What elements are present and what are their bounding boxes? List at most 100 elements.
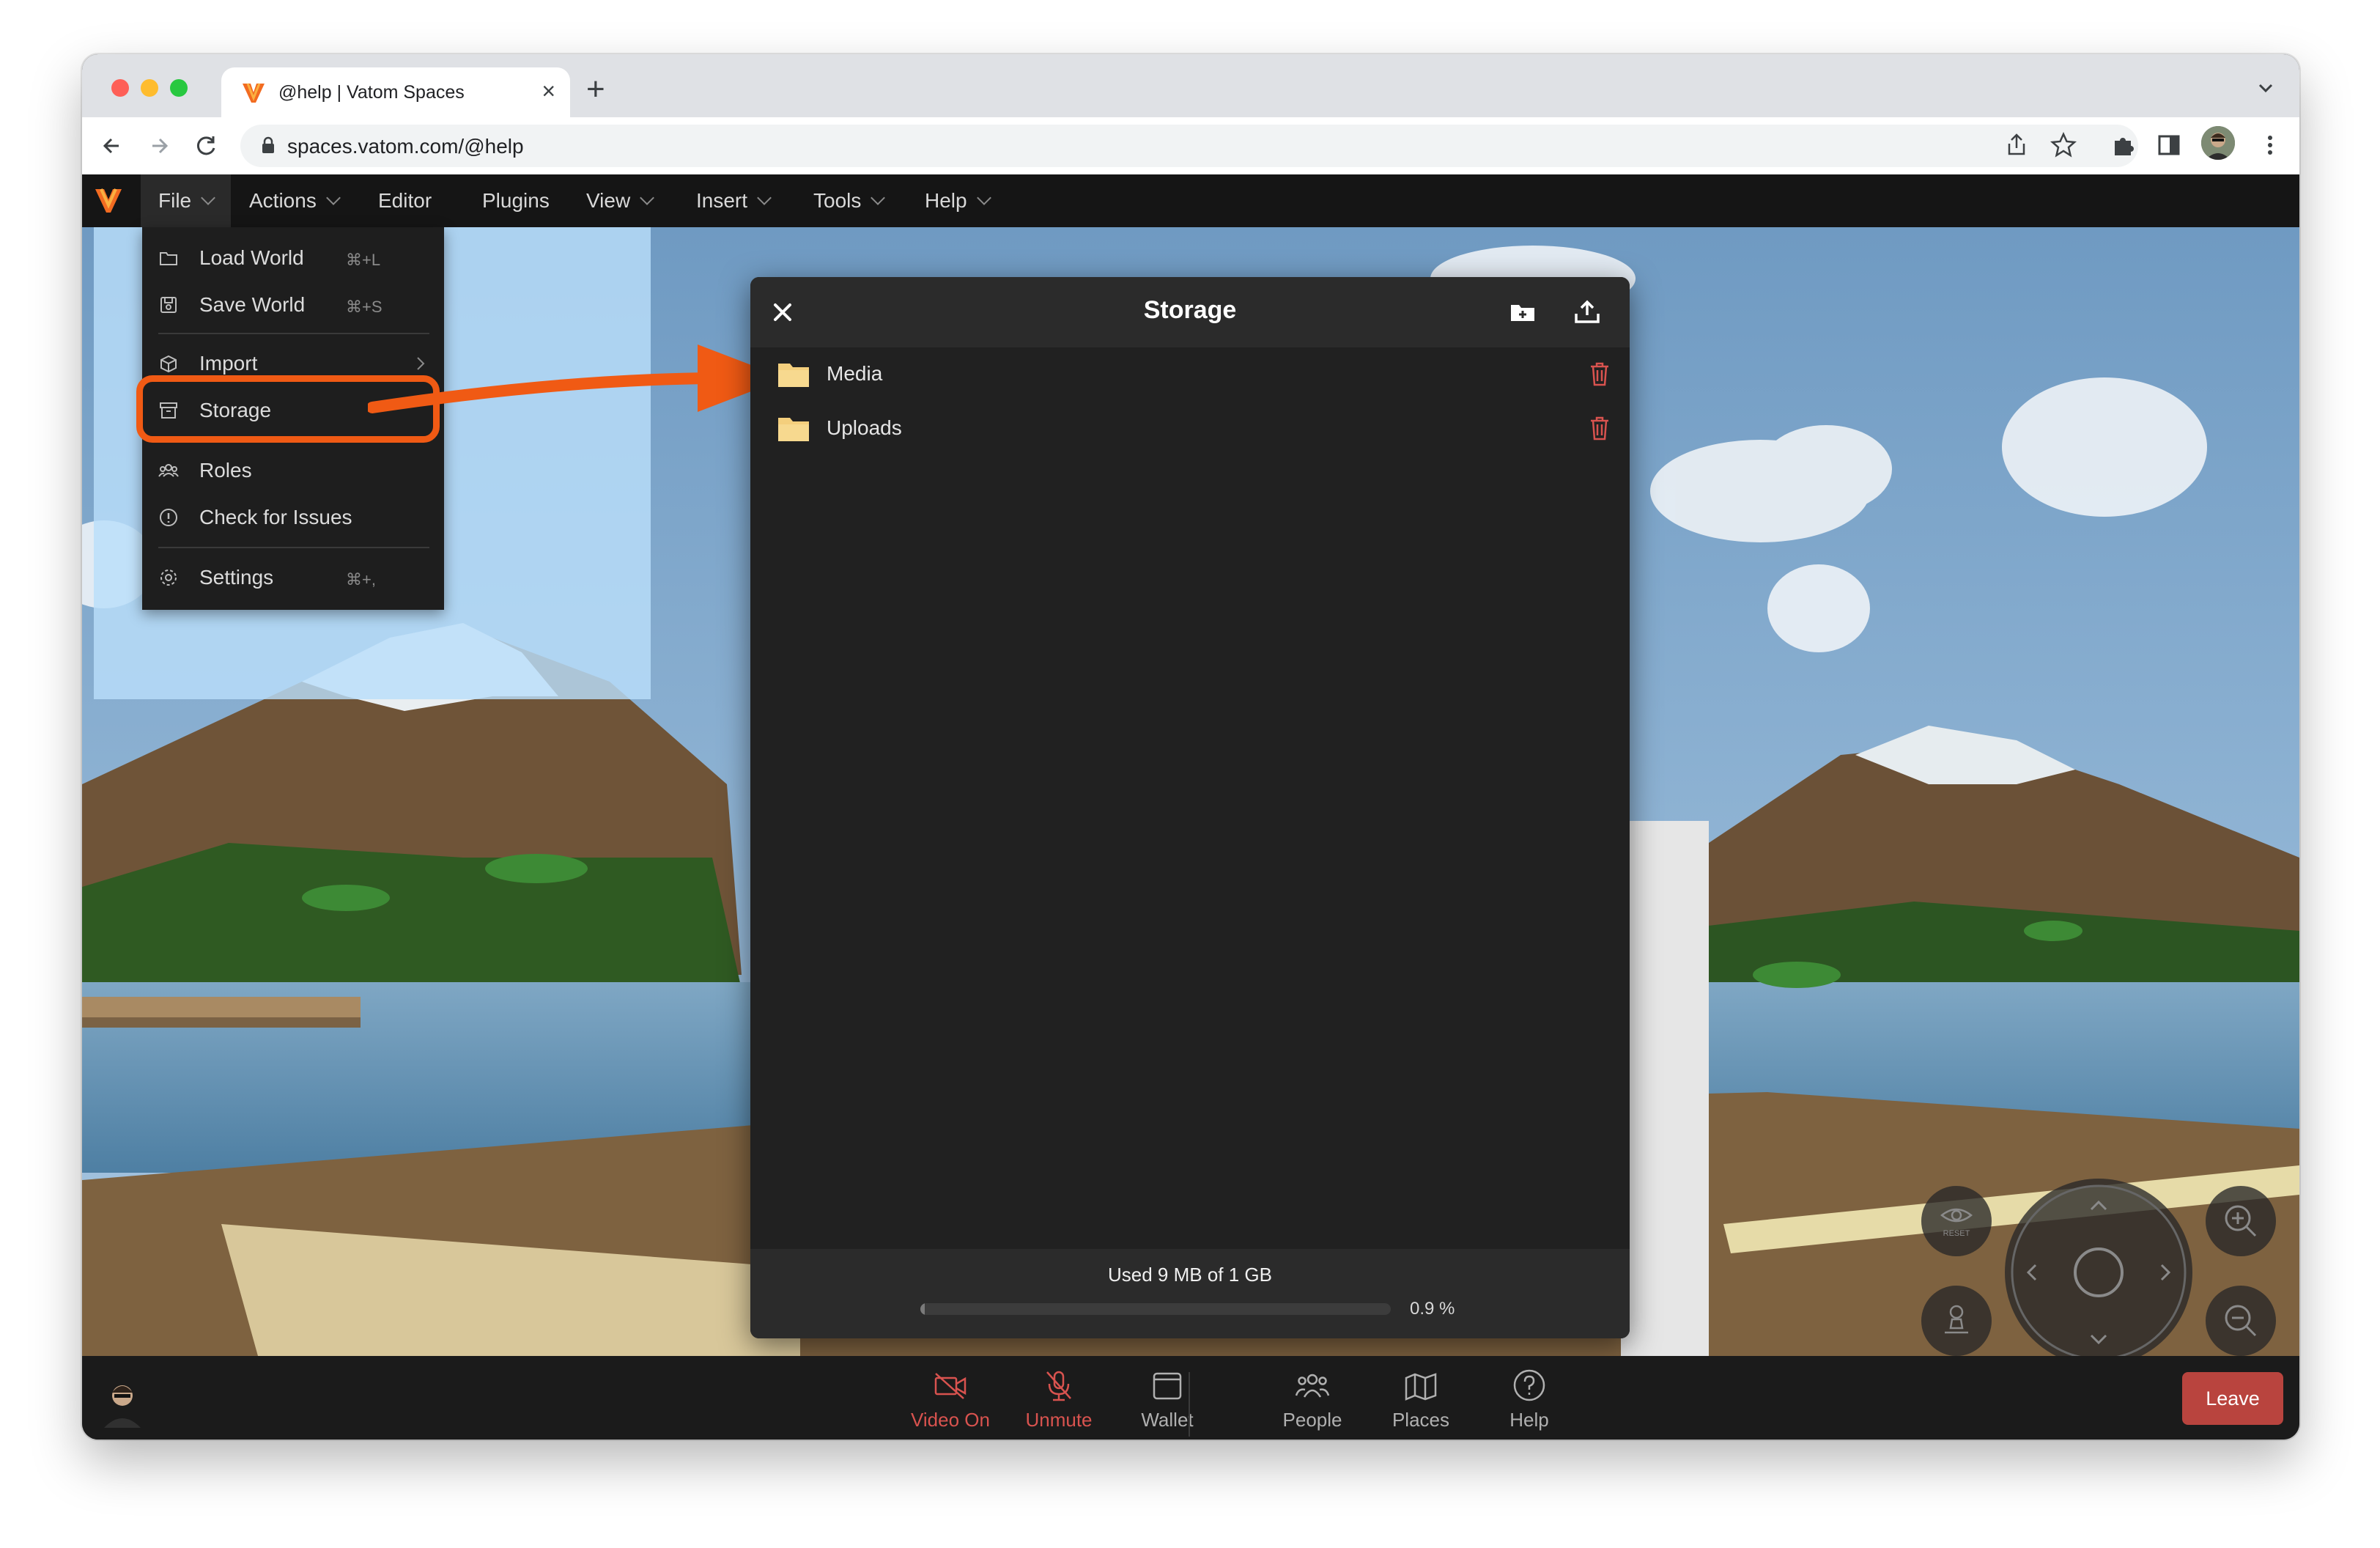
address-bar[interactable]: spaces.vatom.com/@help: [240, 125, 2138, 167]
close-window-button[interactable]: [111, 79, 129, 97]
menu-plugins[interactable]: Plugins: [465, 174, 567, 227]
storage-dialog-title: Storage: [1143, 296, 1237, 324]
vatom-app: File Actions Editor Plugins View Insert …: [82, 174, 2299, 1440]
save-world-shortcut: ⌘+S: [346, 298, 382, 316]
storage-dialog: Storage Media Uploads Used 9 MB of 1 GB …: [750, 277, 1630, 1338]
new-tab-button[interactable]: +: [586, 73, 605, 106]
folder-row-uploads[interactable]: Uploads: [750, 402, 1630, 456]
places-button[interactable]: Places: [1373, 1366, 1468, 1440]
people-icon: [1295, 1374, 1330, 1398]
file-menu-load-world[interactable]: Load World ⌘+L: [142, 235, 444, 279]
wallet-icon: [1153, 1372, 1182, 1400]
tab-search-chevron-icon[interactable]: [2252, 75, 2279, 101]
folder-row-media[interactable]: Media: [750, 347, 1630, 402]
menu-actions[interactable]: Actions: [232, 174, 356, 227]
url-text: spaces.vatom.com/@help: [287, 135, 524, 158]
trash-icon[interactable]: [1589, 361, 1611, 387]
more-menu-icon[interactable]: [2255, 130, 2285, 160]
storage-usage-footer: Used 9 MB of 1 GB 0.9 %: [750, 1249, 1630, 1338]
zoom-out-icon: [2225, 1305, 2257, 1337]
mute-toggle-label: Unmute: [1025, 1409, 1093, 1431]
menu-tools[interactable]: Tools: [796, 174, 901, 227]
menu-tools-label: Tools: [813, 189, 862, 212]
side-panel-icon[interactable]: [2154, 130, 2184, 160]
video-toggle-label: Video On: [911, 1409, 990, 1431]
reset-view-button[interactable]: RESET: [1921, 1186, 1992, 1256]
storage-usage-fill: [920, 1303, 925, 1315]
folder-icon: [778, 418, 809, 441]
bottom-toolbar-divider: [1189, 1372, 1190, 1437]
menu-help-label: Help: [925, 189, 967, 212]
reload-icon[interactable]: [191, 130, 221, 161]
settings-label: Settings: [199, 566, 274, 589]
save-world-label: Save World: [199, 293, 306, 316]
back-arrow-icon[interactable]: [97, 130, 128, 161]
forward-arrow-icon[interactable]: [144, 130, 174, 161]
menu-insert-label: Insert: [696, 189, 748, 212]
vatom-logo-icon[interactable]: [94, 188, 123, 214]
zoom-out-button[interactable]: [2206, 1286, 2276, 1356]
zoom-window-button[interactable]: [170, 79, 188, 97]
menu-file[interactable]: File: [141, 174, 232, 227]
browser-window: @help | Vatom Spaces × + spaces.vatom.co…: [82, 54, 2299, 1440]
menu-file-label: File: [158, 189, 192, 212]
leave-button[interactable]: Leave: [2182, 1372, 2283, 1425]
zoom-in-icon: [2225, 1205, 2257, 1237]
user-avatar[interactable]: [100, 1376, 145, 1428]
gear-icon: [160, 570, 177, 586]
app-menubar: File Actions Editor Plugins View Insert …: [82, 174, 2299, 227]
bookmark-star-icon[interactable]: [2049, 130, 2078, 160]
profile-face-icon: [2201, 126, 2235, 160]
file-menu-settings[interactable]: Settings ⌘+,: [142, 554, 444, 598]
chevron-down-icon: [201, 191, 216, 205]
browser-tab[interactable]: @help | Vatom Spaces ×: [221, 67, 570, 117]
file-menu-save-world[interactable]: Save World ⌘+S: [142, 281, 444, 325]
upload-icon[interactable]: [1572, 298, 1602, 327]
help-icon: [1513, 1369, 1545, 1401]
load-world-label: Load World: [199, 246, 304, 269]
menu-help[interactable]: Help: [907, 174, 1007, 227]
joystick-icon: [2011, 1184, 2187, 1360]
trash-icon[interactable]: [1589, 415, 1611, 441]
help-button[interactable]: Help: [1482, 1366, 1577, 1440]
people-button[interactable]: People: [1265, 1366, 1360, 1440]
info-icon: [160, 509, 177, 526]
folder-icon: [778, 364, 809, 387]
storage-usage-text: Used 9 MB of 1 GB: [1108, 1264, 1272, 1286]
extensions-puzzle-icon[interactable]: [2109, 130, 2138, 160]
map-icon: [1405, 1373, 1437, 1401]
file-menu-roles[interactable]: Roles: [142, 447, 444, 491]
roles-label: Roles: [199, 459, 252, 482]
minimize-window-button[interactable]: [141, 79, 158, 97]
save-icon: [160, 297, 177, 313]
annotation-arrow-icon: [368, 344, 786, 413]
avatar-mode-button[interactable]: [1921, 1286, 1992, 1356]
menu-view-label: View: [586, 189, 631, 212]
mic-off-icon: [1046, 1371, 1071, 1401]
tab-title: @help | Vatom Spaces: [278, 82, 465, 103]
chevron-down-icon: [871, 191, 886, 205]
eye-reset-icon: RESET: [1940, 1208, 1973, 1238]
file-menu-check-issues[interactable]: Check for Issues: [142, 494, 444, 538]
video-toggle-button[interactable]: Video On: [903, 1366, 998, 1440]
box-icon: [160, 355, 177, 373]
chevron-down-icon: [757, 191, 772, 205]
reset-label: RESET: [1943, 1229, 1970, 1238]
user-avatar-face-icon: [104, 1385, 141, 1428]
menu-view[interactable]: View: [569, 174, 670, 227]
storage-usage-percent: 0.9 %: [1410, 1299, 1455, 1319]
wallet-button[interactable]: Wallet: [1120, 1366, 1215, 1440]
menu-editor-label: Editor: [378, 189, 432, 212]
tab-close-icon[interactable]: ×: [542, 78, 555, 104]
movement-joystick[interactable]: [2005, 1179, 2192, 1366]
share-icon[interactable]: [2002, 130, 2031, 160]
new-folder-icon[interactable]: [1508, 298, 1537, 327]
mute-toggle-button[interactable]: Unmute: [1011, 1366, 1106, 1440]
zoom-in-button[interactable]: [2206, 1186, 2276, 1256]
menu-insert[interactable]: Insert: [679, 174, 787, 227]
profile-avatar[interactable]: [2201, 126, 2235, 160]
video-off-icon: [934, 1373, 967, 1399]
people-label: People: [1282, 1409, 1342, 1431]
lock-icon: [262, 136, 274, 153]
menu-editor[interactable]: Editor: [361, 174, 449, 227]
